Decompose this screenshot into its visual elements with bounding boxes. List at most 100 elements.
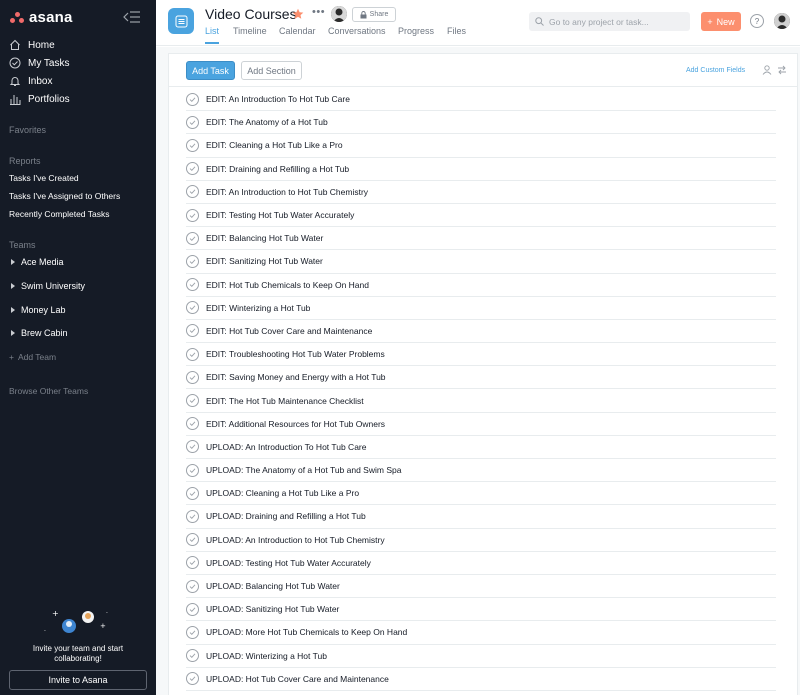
tab-timeline[interactable]: Timeline <box>233 26 267 36</box>
task-name[interactable]: EDIT: Hot Tub Cover Care and Maintenance <box>206 326 372 336</box>
task-name[interactable]: UPLOAD: Draining and Refilling a Hot Tub <box>206 511 366 521</box>
new-button[interactable]: + New <box>701 12 741 31</box>
complete-task-checkbox[interactable] <box>186 602 199 616</box>
task-name[interactable]: UPLOAD: An Introduction To Hot Tub Care <box>206 442 366 452</box>
task-row[interactable]: UPLOAD: Sanitizing Hot Tub Water <box>186 598 776 622</box>
task-name[interactable]: EDIT: Saving Money and Energy with a Hot… <box>206 372 386 382</box>
report-tasks-assigned[interactable]: Tasks I've Assigned to Others <box>9 191 120 201</box>
complete-task-checkbox[interactable] <box>186 254 199 268</box>
browse-teams-link[interactable]: Browse Other Teams <box>9 386 88 396</box>
complete-task-checkbox[interactable] <box>186 463 199 477</box>
complete-task-checkbox[interactable] <box>186 672 199 686</box>
task-name[interactable]: EDIT: The Hot Tub Maintenance Checklist <box>206 396 364 406</box>
task-name[interactable]: EDIT: An Introduction To Hot Tub Care <box>206 94 350 104</box>
share-button[interactable]: Share <box>352 7 396 22</box>
collapse-sidebar-icon[interactable] <box>123 10 141 24</box>
task-name[interactable]: EDIT: An Introduction to Hot Tub Chemist… <box>206 187 368 197</box>
report-tasks-created[interactable]: Tasks I've Created <box>9 173 79 183</box>
task-name[interactable]: EDIT: The Anatomy of a Hot Tub <box>206 117 328 127</box>
asana-logo[interactable]: asana <box>10 9 73 26</box>
tab-list[interactable]: List <box>205 26 219 36</box>
task-row[interactable]: EDIT: Balancing Hot Tub Water <box>186 227 776 251</box>
task-row[interactable]: EDIT: Winterizing a Hot Tub <box>186 297 776 320</box>
complete-task-checkbox[interactable] <box>186 115 199 129</box>
report-recently-completed[interactable]: Recently Completed Tasks <box>9 209 109 219</box>
project-title[interactable]: Video Courses <box>205 6 297 22</box>
more-options-icon[interactable]: ••• <box>312 6 325 18</box>
sidebar-item-my-tasks[interactable]: My Tasks <box>9 56 70 70</box>
task-name[interactable]: EDIT: Cleaning a Hot Tub Like a Pro <box>206 140 343 150</box>
team-brew-cabin[interactable]: Brew Cabin <box>11 328 68 338</box>
task-name[interactable]: UPLOAD: An Introduction to Hot Tub Chemi… <box>206 535 385 545</box>
task-row[interactable]: UPLOAD: Balancing Hot Tub Water <box>186 575 776 599</box>
project-list-icon[interactable] <box>168 8 194 34</box>
complete-task-checkbox[interactable] <box>186 370 199 384</box>
tab-files[interactable]: Files <box>447 26 466 36</box>
sort-arrows-icon[interactable] <box>777 65 787 75</box>
complete-task-checkbox[interactable] <box>186 394 199 408</box>
tab-calendar[interactable]: Calendar <box>279 26 316 36</box>
complete-task-checkbox[interactable] <box>186 301 199 315</box>
search-input[interactable] <box>549 16 684 27</box>
task-row[interactable]: EDIT: The Hot Tub Maintenance Checklist <box>186 389 776 413</box>
complete-task-checkbox[interactable] <box>186 625 199 639</box>
complete-task-checkbox[interactable] <box>186 486 199 500</box>
task-name[interactable]: EDIT: Draining and Refilling a Hot Tub <box>206 164 349 174</box>
task-row[interactable]: EDIT: Hot Tub Chemicals to Keep On Hand <box>186 274 776 297</box>
complete-task-checkbox[interactable] <box>186 278 199 292</box>
task-name[interactable]: UPLOAD: Cleaning a Hot Tub Like a Pro <box>206 488 359 498</box>
sidebar-item-portfolios[interactable]: Portfolios <box>9 92 70 106</box>
help-icon[interactable]: ? <box>750 14 764 28</box>
expand-triangle-icon[interactable] <box>11 283 15 289</box>
task-row[interactable]: EDIT: Saving Money and Energy with a Hot… <box>186 366 776 390</box>
task-row[interactable]: EDIT: Sanitizing Hot Tub Water <box>186 250 776 274</box>
favorite-star-icon[interactable] <box>292 8 304 20</box>
task-name[interactable]: EDIT: Troubleshooting Hot Tub Water Prob… <box>206 349 385 359</box>
tab-conversations[interactable]: Conversations <box>328 26 386 36</box>
sidebar-item-inbox[interactable]: Inbox <box>9 74 52 88</box>
reports-heading[interactable]: Reports <box>9 156 41 166</box>
task-row[interactable]: UPLOAD: Testing Hot Tub Water Accurately <box>186 552 776 575</box>
task-row[interactable]: EDIT: An Introduction To Hot Tub Care <box>186 88 776 112</box>
task-name[interactable]: UPLOAD: More Hot Tub Chemicals to Keep O… <box>206 627 407 637</box>
task-row[interactable]: EDIT: Testing Hot Tub Water Accurately <box>186 204 776 228</box>
task-row[interactable]: UPLOAD: An Introduction to Hot Tub Chemi… <box>186 529 776 552</box>
sidebar-item-home[interactable]: Home <box>9 38 55 52</box>
complete-task-checkbox[interactable] <box>186 533 199 547</box>
tab-progress[interactable]: Progress <box>398 26 434 36</box>
task-row[interactable]: UPLOAD: Draining and Refilling a Hot Tub <box>186 505 776 529</box>
team-swim-university[interactable]: Swim University <box>11 281 85 291</box>
complete-task-checkbox[interactable] <box>186 208 199 222</box>
task-name[interactable]: EDIT: Sanitizing Hot Tub Water <box>206 256 323 266</box>
invite-to-asana-button[interactable]: Invite to Asana <box>9 670 147 690</box>
teams-heading[interactable]: Teams <box>9 240 36 250</box>
task-row[interactable]: EDIT: Cleaning a Hot Tub Like a Pro <box>186 134 776 158</box>
complete-task-checkbox[interactable] <box>186 138 199 152</box>
task-row[interactable]: EDIT: Additional Resources for Hot Tub O… <box>186 413 776 436</box>
favorites-heading[interactable]: Favorites <box>9 125 46 135</box>
complete-task-checkbox[interactable] <box>186 556 199 570</box>
task-row[interactable]: EDIT: Troubleshooting Hot Tub Water Prob… <box>186 343 776 367</box>
complete-task-checkbox[interactable] <box>186 231 199 245</box>
task-row[interactable]: EDIT: Draining and Refilling a Hot Tub <box>186 158 776 181</box>
task-name[interactable]: UPLOAD: Balancing Hot Tub Water <box>206 581 340 591</box>
task-name[interactable]: EDIT: Additional Resources for Hot Tub O… <box>206 419 385 429</box>
complete-task-checkbox[interactable] <box>186 649 199 663</box>
complete-task-checkbox[interactable] <box>186 579 199 593</box>
search-bar[interactable] <box>529 12 690 31</box>
complete-task-checkbox[interactable] <box>186 347 199 361</box>
complete-task-checkbox[interactable] <box>186 324 199 338</box>
task-name[interactable]: UPLOAD: The Anatomy of a Hot Tub and Swi… <box>206 465 401 475</box>
task-name[interactable]: UPLOAD: Sanitizing Hot Tub Water <box>206 604 339 614</box>
task-row[interactable]: UPLOAD: The Anatomy of a Hot Tub and Swi… <box>186 459 776 483</box>
task-name[interactable]: UPLOAD: Winterizing a Hot Tub <box>206 651 327 661</box>
task-row[interactable]: EDIT: The Anatomy of a Hot Tub <box>186 111 776 135</box>
add-team-link[interactable]: + Add Team <box>9 352 56 362</box>
task-name[interactable]: UPLOAD: Testing Hot Tub Water Accurately <box>206 558 371 568</box>
task-row[interactable]: UPLOAD: An Introduction To Hot Tub Care <box>186 436 776 459</box>
task-row[interactable]: UPLOAD: More Hot Tub Chemicals to Keep O… <box>186 621 776 645</box>
user-avatar[interactable] <box>774 13 790 29</box>
task-name[interactable]: UPLOAD: Hot Tub Cover Care and Maintenan… <box>206 674 389 684</box>
team-money-lab[interactable]: Money Lab <box>11 305 66 315</box>
add-task-button[interactable]: Add Task <box>186 61 235 80</box>
